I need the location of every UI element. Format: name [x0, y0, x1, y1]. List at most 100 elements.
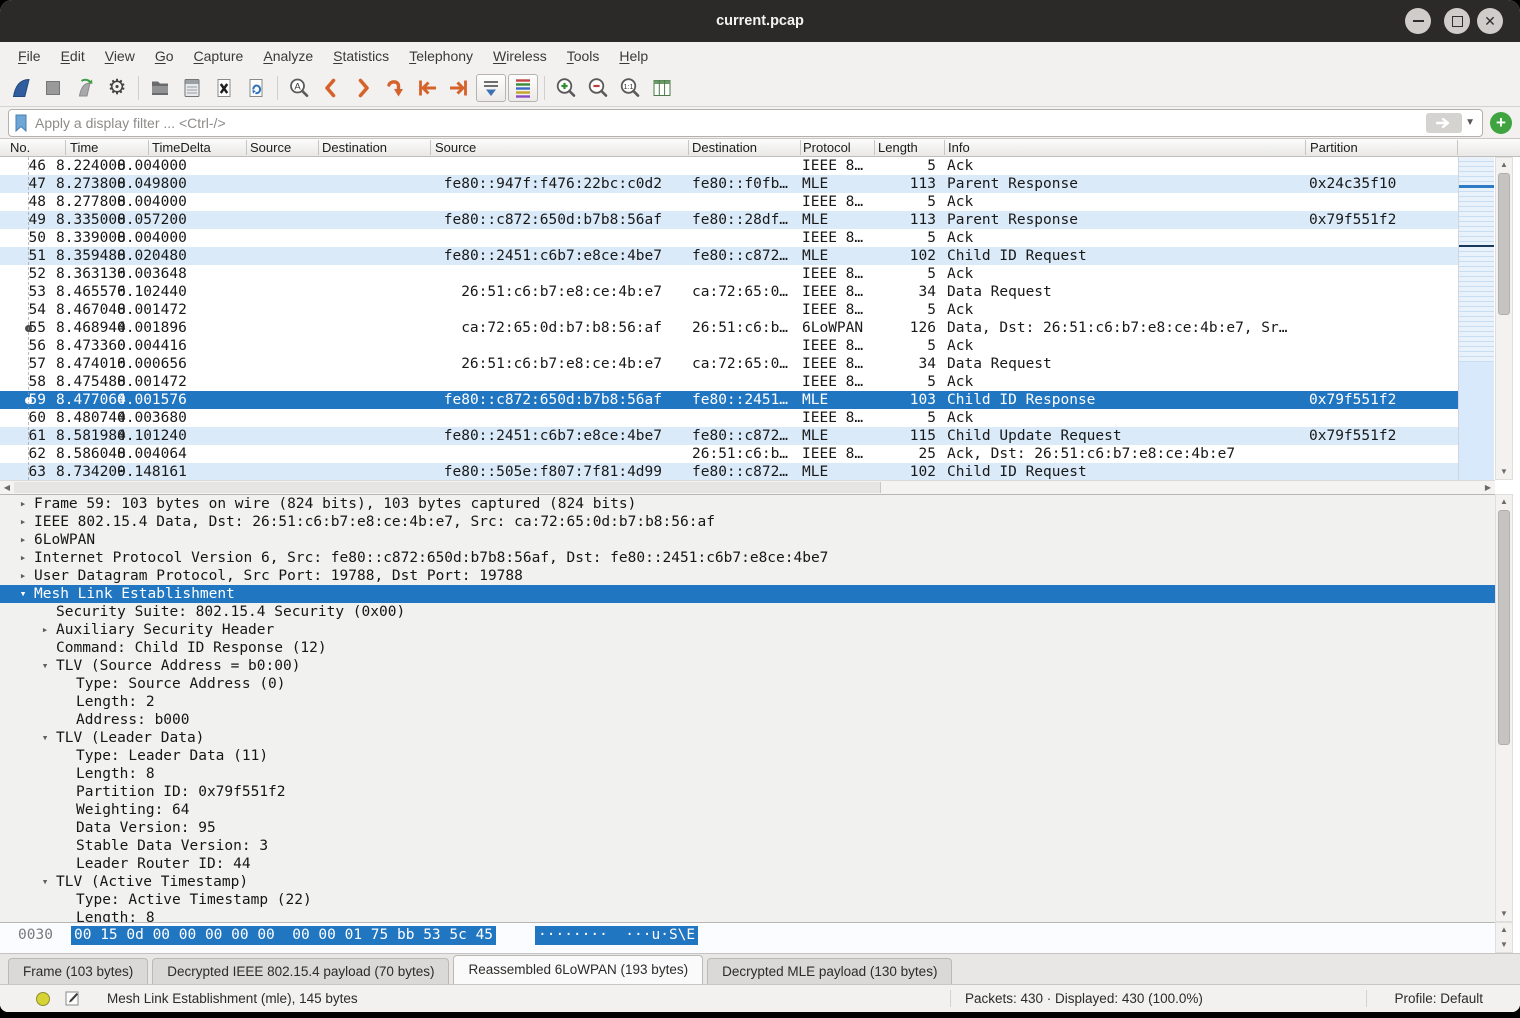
column-separator[interactable] [65, 140, 66, 155]
detail-line[interactable]: Weighting: 64 [0, 801, 1495, 819]
detail-line[interactable]: Type: Source Address (0) [0, 675, 1495, 693]
menu-telephony[interactable]: Telephony [399, 44, 483, 68]
restart-capture-button[interactable] [70, 74, 100, 102]
packet-row-52[interactable]: 528.3631360.003648IEEE 8…5Ack [0, 265, 1458, 283]
packet-row-50[interactable]: 508.3390080.004000IEEE 8…5Ack [0, 229, 1458, 247]
detail-line[interactable]: ▸Frame 59: 103 bytes on wire (824 bits),… [0, 495, 1495, 513]
expand-icon[interactable]: ▸ [38, 621, 52, 639]
detail-line[interactable]: Type: Active Timestamp (22) [0, 891, 1495, 909]
packet-row-63[interactable]: 638.7342090.148161fe80::505e:f807:7f81:4… [0, 463, 1458, 480]
detail-line[interactable]: ▸Internet Protocol Version 6, Src: fe80:… [0, 549, 1495, 567]
status-profile[interactable]: Profile: Default [1394, 985, 1483, 1012]
expand-icon[interactable]: ▸ [16, 567, 30, 585]
detail-line[interactable]: ▾TLV (Leader Data) [0, 729, 1495, 747]
bytes-scrollbar[interactable]: ▲ ▼ [1495, 922, 1513, 953]
column-separator[interactable] [148, 140, 149, 155]
packet-list-hscrollbar[interactable]: ◀ ▶ [0, 480, 1495, 494]
column-header-0[interactable]: No. [10, 139, 30, 156]
column-header-4[interactable]: Destination [322, 139, 387, 156]
maximize-button[interactable] [1444, 8, 1470, 34]
column-separator[interactable] [944, 140, 945, 155]
filter-add-button[interactable]: + [1490, 112, 1512, 134]
column-separator[interactable] [1457, 140, 1458, 155]
minimize-button[interactable] [1405, 8, 1431, 34]
column-separator[interactable] [430, 140, 431, 155]
detail-line[interactable]: Command: Child ID Response (12) [0, 639, 1495, 657]
stop-capture-button[interactable] [38, 74, 68, 102]
column-separator[interactable] [246, 140, 247, 155]
column-separator[interactable] [800, 140, 801, 155]
go-last-packet-button[interactable] [444, 74, 474, 102]
scroll-right-icon[interactable]: ▶ [1481, 481, 1495, 494]
packet-row-60[interactable]: 608.4807440.003680IEEE 8…5Ack [0, 409, 1458, 427]
save-file-button[interactable] [177, 74, 207, 102]
packet-row-53[interactable]: 538.4655760.10244026:51:c6:b7:e8:ce:4b:e… [0, 283, 1458, 301]
collapse-icon[interactable]: ▾ [38, 657, 52, 675]
detail-line[interactable]: ▸Auxiliary Security Header [0, 621, 1495, 639]
column-separator[interactable] [874, 140, 875, 155]
filter-bookmark-icon[interactable] [13, 114, 29, 132]
collapse-icon[interactable]: ▾ [16, 585, 30, 603]
close-file-button[interactable] [209, 74, 239, 102]
scroll-up-icon[interactable]: ▲ [1496, 158, 1512, 172]
packet-row-55[interactable]: 558.4689440.001896ca:72:65:0d:b7:b8:56:a… [0, 319, 1458, 337]
column-header-9[interactable]: Info [948, 139, 970, 156]
packet-bytes-pane[interactable]: 0030 00 15 0d 00 00 00 00 00 00 00 01 75… [0, 922, 1495, 953]
detail-line[interactable]: Data Version: 95 [0, 819, 1495, 837]
column-separator[interactable] [1305, 140, 1306, 155]
column-header-8[interactable]: Length [878, 139, 918, 156]
capture-options-button[interactable]: ⚙ [102, 74, 132, 102]
packet-list-scroll-thumb[interactable] [1498, 173, 1510, 315]
detail-line[interactable]: Length: 2 [0, 693, 1495, 711]
detail-line[interactable]: Type: Leader Data (11) [0, 747, 1495, 765]
menu-edit[interactable]: Edit [51, 44, 95, 68]
column-separator[interactable] [318, 140, 319, 155]
go-to-packet-button[interactable] [380, 74, 410, 102]
detail-line[interactable]: ▸6LoWPAN [0, 531, 1495, 549]
detail-line[interactable]: Leader Router ID: 44 [0, 855, 1495, 873]
menu-tools[interactable]: Tools [557, 44, 610, 68]
zoom-original-button[interactable]: 1:1 [615, 74, 645, 102]
packet-row-54[interactable]: 548.4670480.001472IEEE 8…5Ack [0, 301, 1458, 319]
expand-icon[interactable]: ▸ [16, 531, 30, 549]
menu-file[interactable]: File [8, 44, 51, 68]
go-first-packet-button[interactable] [412, 74, 442, 102]
collapse-icon[interactable]: ▾ [38, 729, 52, 747]
expert-info-icon[interactable] [36, 992, 50, 1006]
capture-comment-icon[interactable] [64, 990, 80, 1009]
hex-bytes-selected[interactable]: 00 15 0d 00 00 00 00 00 00 00 01 75 bb 5… [71, 926, 496, 945]
bytes-tab[interactable]: Decrypted MLE payload (130 bytes) [707, 958, 952, 984]
menu-capture[interactable]: Capture [184, 44, 254, 68]
open-file-button[interactable] [145, 74, 175, 102]
packet-row-48[interactable]: 488.2778080.004000IEEE 8…5Ack [0, 193, 1458, 211]
detail-line[interactable]: ▸IEEE 802.15.4 Data, Dst: 26:51:c6:b7:e8… [0, 513, 1495, 531]
column-header-7[interactable]: Protocol [803, 139, 851, 156]
details-scroll-thumb[interactable] [1498, 510, 1510, 745]
packet-list-minimap[interactable] [1458, 157, 1494, 480]
scroll-down-icon[interactable]: ▼ [1496, 907, 1512, 921]
expand-icon[interactable]: ▸ [16, 495, 30, 513]
details-scrollbar[interactable]: ▲ ▼ [1495, 494, 1513, 922]
scroll-left-icon[interactable]: ◀ [0, 481, 14, 494]
expand-icon[interactable]: ▸ [16, 513, 30, 531]
packet-row-46[interactable]: 468.2240080.004000IEEE 8…5Ack [0, 157, 1458, 175]
zoom-in-button[interactable] [551, 74, 581, 102]
bytes-tab[interactable]: Frame (103 bytes) [8, 958, 148, 984]
packet-list-hscroll-thumb[interactable] [14, 482, 881, 493]
auto-scroll-button[interactable] [476, 74, 506, 102]
detail-line[interactable]: Stable Data Version: 3 [0, 837, 1495, 855]
display-filter-field[interactable]: ▼ [8, 109, 1483, 137]
collapse-icon[interactable]: ▾ [38, 873, 52, 891]
packet-row-56[interactable]: 568.4733600.004416IEEE 8…5Ack [0, 337, 1458, 355]
menu-wireless[interactable]: Wireless [483, 44, 557, 68]
column-header-5[interactable]: Source [435, 139, 476, 156]
colorize-packets-button[interactable] [508, 74, 538, 102]
menu-statistics[interactable]: Statistics [323, 44, 399, 68]
packet-row-47[interactable]: 478.2738080.049800fe80::947f:f476:22bc:c… [0, 175, 1458, 193]
menu-analyze[interactable]: Analyze [253, 44, 323, 68]
scroll-down-icon[interactable]: ▼ [1496, 465, 1512, 479]
detail-line[interactable]: Address: b000 [0, 711, 1495, 729]
filter-dropdown-caret-icon[interactable]: ▼ [1462, 117, 1478, 128]
find-packet-button[interactable]: A [284, 74, 314, 102]
detail-line[interactable]: Length: 8 [0, 909, 1495, 922]
